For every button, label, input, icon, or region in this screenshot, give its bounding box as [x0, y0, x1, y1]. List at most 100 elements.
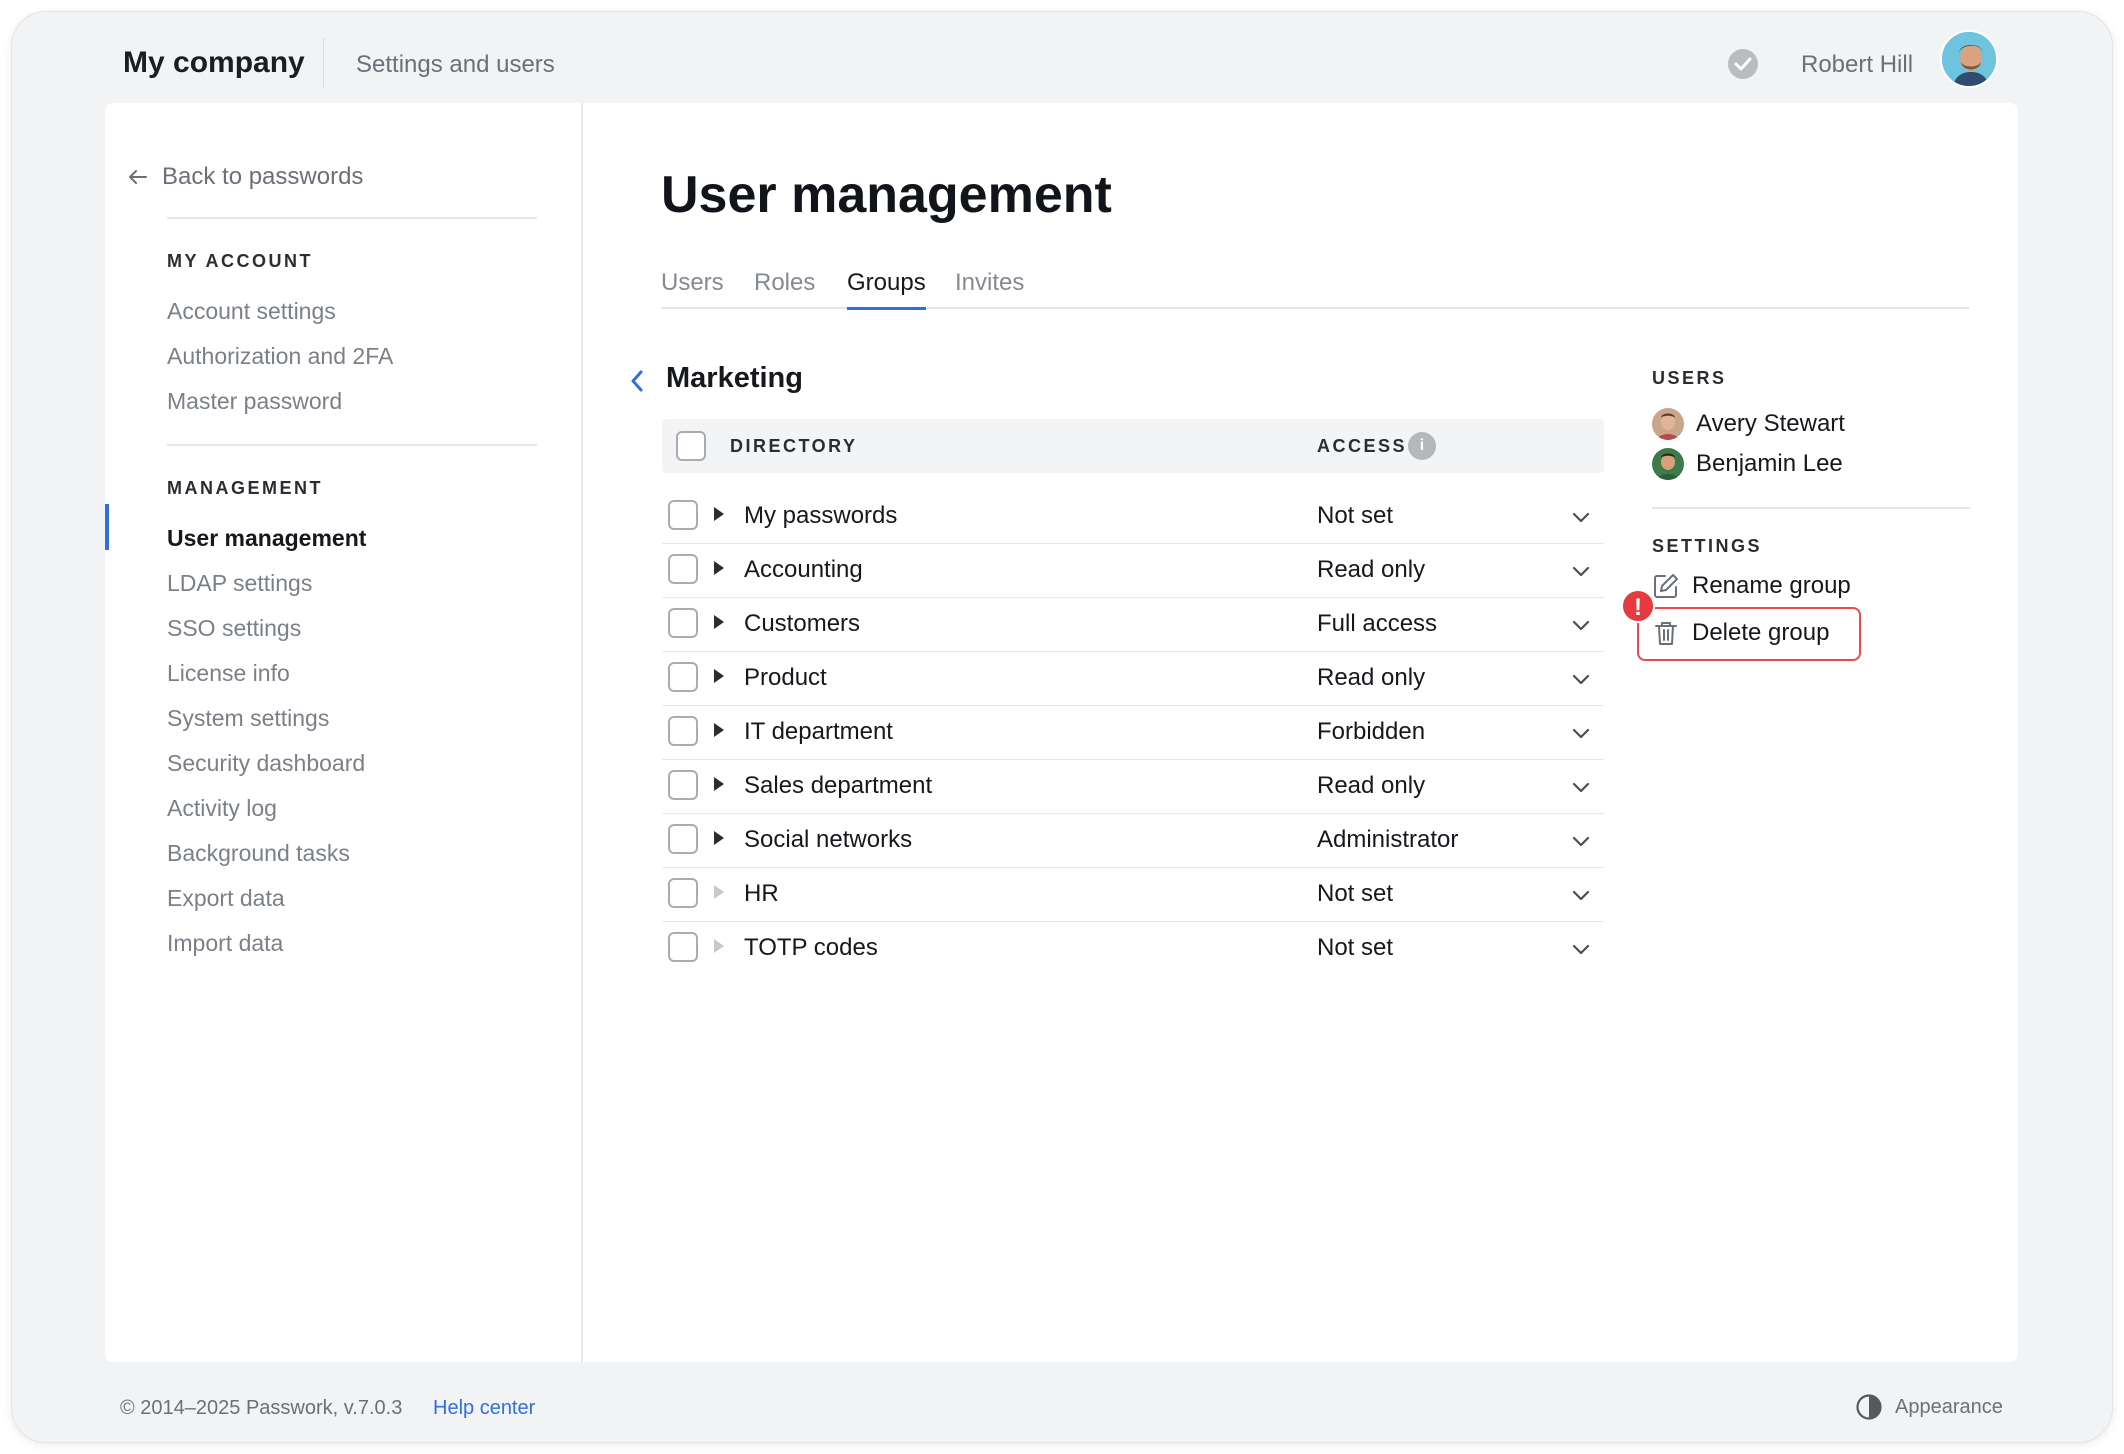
tab-invites[interactable]: Invites	[955, 269, 1024, 297]
table-row: IT department Forbidden	[662, 706, 1604, 760]
column-header-directory: DIRECTORY	[730, 436, 858, 456]
page-title: User management	[661, 166, 1112, 224]
triangle-right-icon[interactable]	[714, 777, 724, 791]
sidebar-item-license-info[interactable]: License info	[167, 660, 290, 687]
tab-roles[interactable]: Roles	[754, 269, 815, 297]
chevron-down-icon[interactable]	[1572, 780, 1590, 798]
table-row: TOTP codes Not set	[662, 922, 1604, 976]
directory-name[interactable]: HR	[744, 880, 779, 908]
triangle-right-icon[interactable]	[714, 507, 724, 521]
triangle-right-icon	[714, 885, 724, 899]
sidebar-item-user-management[interactable]: User management	[167, 525, 366, 552]
directory-name[interactable]: My passwords	[744, 502, 897, 530]
row-checkbox[interactable]	[668, 500, 698, 530]
access-select[interactable]: Not set	[1317, 502, 1393, 530]
table-row: Product Read only	[662, 652, 1604, 706]
management-heading: MANAGEMENT	[167, 478, 323, 498]
delete-group-button[interactable]: Delete group	[1652, 615, 1829, 651]
sidebar-item-export-data[interactable]: Export data	[167, 885, 285, 912]
access-select[interactable]: Read only	[1317, 664, 1425, 692]
sidebar-item-background-tasks[interactable]: Background tasks	[167, 840, 350, 867]
directory-name[interactable]: IT department	[744, 718, 893, 746]
rename-group-button[interactable]: Rename group	[1652, 568, 1851, 604]
topbar-divider	[323, 38, 324, 88]
directory-name[interactable]: Product	[744, 664, 827, 692]
table-row: HR Not set	[662, 868, 1604, 922]
chevron-down-icon[interactable]	[1572, 726, 1590, 744]
triangle-right-icon[interactable]	[714, 723, 724, 737]
appearance-label: Appearance	[1895, 1395, 2003, 1418]
row-checkbox[interactable]	[668, 824, 698, 854]
table-row: Accounting Read only	[662, 544, 1604, 598]
table-row: My passwords Not set	[662, 490, 1604, 544]
triangle-right-icon[interactable]	[714, 831, 724, 845]
sidebar-item-import-data[interactable]: Import data	[167, 930, 283, 957]
settings-heading: SETTINGS	[1652, 536, 1763, 556]
chevron-down-icon[interactable]	[1572, 942, 1590, 960]
directory-name[interactable]: Social networks	[744, 826, 912, 854]
user-name: Avery Stewart	[1696, 410, 1845, 437]
group-user[interactable]: Benjamin Lee	[1652, 447, 1843, 481]
select-all-checkbox[interactable]	[676, 431, 706, 461]
sidebar-item-authorization-2fa[interactable]: Authorization and 2FA	[167, 343, 393, 370]
main-card: Back to passwords MY ACCOUNT Account set…	[105, 103, 2018, 1362]
row-checkbox[interactable]	[668, 878, 698, 908]
avatar	[1652, 408, 1684, 440]
chevron-left-icon[interactable]	[630, 370, 644, 397]
row-checkbox[interactable]	[668, 716, 698, 746]
table-row: Social networks Administrator	[662, 814, 1604, 868]
tab-groups[interactable]: Groups	[847, 269, 926, 310]
sidebar-item-sso-settings[interactable]: SSO settings	[167, 615, 301, 642]
sidebar-item-system-settings[interactable]: System settings	[167, 705, 329, 732]
access-select[interactable]: Read only	[1317, 556, 1425, 584]
row-checkbox[interactable]	[668, 770, 698, 800]
avatar	[1652, 448, 1684, 480]
chevron-down-icon[interactable]	[1572, 672, 1590, 690]
directory-name[interactable]: Sales department	[744, 772, 932, 800]
access-select[interactable]: Full access	[1317, 610, 1437, 638]
triangle-right-icon[interactable]	[714, 615, 724, 629]
sidebar-item-master-password[interactable]: Master password	[167, 388, 342, 415]
directory-name[interactable]: TOTP codes	[744, 934, 878, 962]
sidebar: Back to passwords MY ACCOUNT Account set…	[105, 103, 583, 1362]
top-bar: My company Settings and users Robert Hil…	[12, 12, 2112, 112]
avatar[interactable]	[1940, 30, 1998, 88]
row-checkbox[interactable]	[668, 608, 698, 638]
sidebar-item-ldap-settings[interactable]: LDAP settings	[167, 570, 312, 597]
group-user[interactable]: Avery Stewart	[1652, 407, 1845, 441]
arrow-left-icon	[129, 170, 147, 184]
sidebar-item-account-settings[interactable]: Account settings	[167, 298, 336, 325]
back-to-passwords-link[interactable]: Back to passwords	[128, 163, 363, 191]
user-name: Benjamin Lee	[1696, 450, 1843, 477]
directory-name[interactable]: Customers	[744, 610, 860, 638]
row-checkbox[interactable]	[668, 932, 698, 962]
access-select[interactable]: Read only	[1317, 772, 1425, 800]
help-center-link[interactable]: Help center	[433, 1397, 535, 1420]
chevron-down-icon[interactable]	[1572, 564, 1590, 582]
copyright: © 2014–2025 Passwork, v.7.0.3	[120, 1397, 403, 1419]
company-name[interactable]: My company	[123, 46, 305, 80]
row-checkbox[interactable]	[668, 662, 698, 692]
table-row: Customers Full access	[662, 598, 1604, 652]
access-select[interactable]: Administrator	[1317, 826, 1458, 854]
edit-icon	[1654, 574, 1678, 598]
appearance-toggle[interactable]: Appearance	[1855, 1393, 2003, 1421]
triangle-right-icon[interactable]	[714, 561, 724, 575]
chevron-down-icon[interactable]	[1572, 834, 1590, 852]
active-indicator	[105, 504, 109, 550]
triangle-right-icon[interactable]	[714, 669, 724, 683]
sidebar-item-security-dashboard[interactable]: Security dashboard	[167, 750, 365, 777]
directory-name[interactable]: Accounting	[744, 556, 863, 584]
chevron-down-icon[interactable]	[1572, 510, 1590, 528]
user-name[interactable]: Robert Hill	[1801, 51, 1913, 79]
chevron-down-icon[interactable]	[1572, 888, 1590, 906]
access-select[interactable]: Forbidden	[1317, 718, 1425, 746]
access-select[interactable]: Not set	[1317, 934, 1393, 962]
access-select[interactable]: Not set	[1317, 880, 1393, 908]
tab-users[interactable]: Users	[661, 269, 724, 297]
row-checkbox[interactable]	[668, 554, 698, 584]
tab-bar: Users Roles Groups Invites	[661, 269, 1969, 310]
sidebar-item-activity-log[interactable]: Activity log	[167, 795, 277, 822]
info-icon[interactable]: i	[1408, 432, 1436, 460]
chevron-down-icon[interactable]	[1572, 618, 1590, 636]
